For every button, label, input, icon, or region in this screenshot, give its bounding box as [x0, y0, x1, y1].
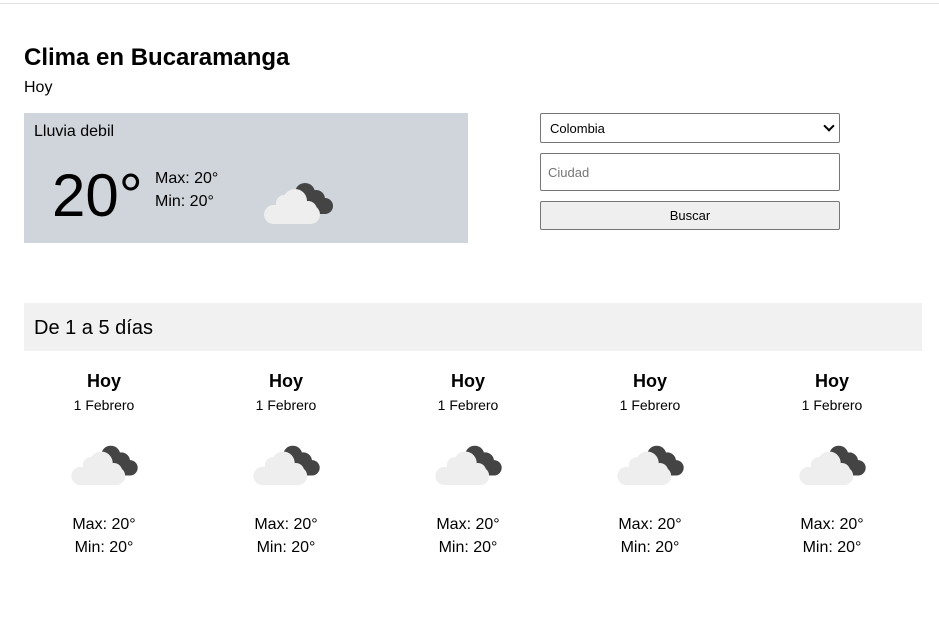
night-cloudy-icon: [435, 445, 502, 486]
forecast-day-date: 1 Febrero: [73, 397, 135, 413]
forecast-day-label: Hoy: [450, 371, 485, 391]
night-cloudy-icon: [71, 445, 138, 486]
current-weather-description: Lluvia debil: [34, 123, 115, 140]
forecast-day-max: Max: 20°: [72, 516, 136, 533]
forecast-day-max: Max: 20°: [436, 516, 500, 533]
night-cloudy-icon: [253, 445, 320, 486]
forecast-day-date: 1 Febrero: [801, 397, 863, 413]
top-divider: [0, 3, 939, 4]
current-temperature: 20°: [52, 162, 143, 229]
forecast-header: De 1 a 5 días: [24, 303, 922, 351]
forecast-day-min: Min: 20°: [438, 539, 498, 556]
current-min-temperature: Min: 20°: [155, 193, 214, 210]
forecast-day-label: Hoy: [268, 371, 303, 391]
forecast-day-date: 1 Febrero: [619, 397, 681, 413]
country-select-value: Colombia: [550, 120, 605, 136]
forecast-day-5: Hoy 1 Febrero Max: 20° Min: 20°: [752, 370, 912, 560]
current-max-temperature: Max: 20°: [155, 170, 219, 187]
forecast-day-min: Min: 20°: [802, 539, 862, 556]
search-button[interactable]: Buscar: [540, 201, 840, 230]
current-weather-card: Lluvia debil 20° Max: 20° Min: 20°: [24, 113, 468, 243]
night-cloudy-icon: [799, 445, 866, 486]
forecast-day-3: Hoy 1 Febrero Max: 20° Min: 20°: [388, 370, 548, 560]
forecast-day-max: Max: 20°: [254, 516, 318, 533]
night-cloudy-icon: [617, 445, 684, 486]
forecast-header-title: De 1 a 5 días: [34, 317, 153, 339]
city-input[interactable]: [540, 153, 840, 191]
forecast-day-max: Max: 20°: [618, 516, 682, 533]
forecast-day-label: Hoy: [814, 371, 849, 391]
forecast-day-date: 1 Febrero: [437, 397, 499, 413]
night-cloudy-icon: [264, 183, 333, 224]
forecast-day-1: Hoy 1 Febrero Max: 20° Min: 20°: [24, 370, 184, 560]
forecast-day-4: Hoy 1 Febrero Max: 20° Min: 20°: [570, 370, 730, 560]
forecast-day-label: Hoy: [86, 371, 121, 391]
country-select[interactable]: Colombia: [540, 113, 840, 143]
forecast-day-date: 1 Febrero: [255, 397, 317, 413]
page-title: Clima en Bucaramanga: [24, 44, 290, 71]
forecast-day-min: Min: 20°: [256, 539, 316, 556]
forecast-day-min: Min: 20°: [620, 539, 680, 556]
forecast-day-2: Hoy 1 Febrero Max: 20° Min: 20°: [206, 370, 366, 560]
forecast-day-label: Hoy: [632, 371, 667, 391]
forecast-day-max: Max: 20°: [800, 516, 864, 533]
forecast-day-min: Min: 20°: [74, 539, 134, 556]
page-subtitle: Hoy: [24, 79, 53, 96]
chevron-down-icon: [823, 120, 835, 132]
